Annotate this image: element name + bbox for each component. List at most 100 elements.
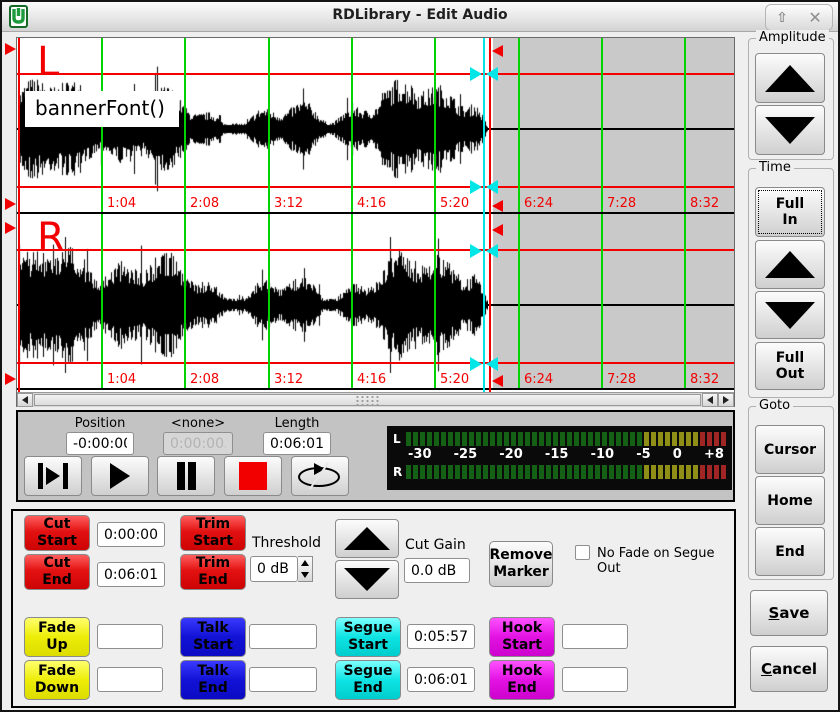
loop-button[interactable]	[291, 456, 349, 496]
stop-button[interactable]	[224, 456, 282, 496]
cut-start-marker-handle[interactable]	[5, 43, 16, 55]
scroll-right-button[interactable]	[718, 393, 734, 407]
cut-start-marker-handle[interactable]	[5, 222, 16, 234]
cut-end-marker-handle[interactable]	[492, 375, 503, 387]
talk-start-button[interactable]: Talk Start	[180, 617, 246, 657]
meter-segment	[679, 432, 684, 446]
zoom-full-in-button[interactable]: Full In	[755, 187, 825, 237]
zoom-out-button[interactable]	[755, 291, 825, 339]
cut-start-button[interactable]: Cut Start	[24, 515, 90, 551]
spin-up-button[interactable]	[298, 557, 312, 569]
shade-window-icon[interactable]: ⇧	[776, 11, 788, 25]
threshold-spinner[interactable]	[250, 556, 313, 582]
goto-home-button[interactable]: Home	[755, 476, 825, 525]
cut-end-marker-line[interactable]	[489, 38, 491, 392]
play-button[interactable]	[91, 456, 149, 496]
segue-marker-handle[interactable]	[486, 244, 498, 258]
meter-segment	[665, 432, 670, 446]
cut-end-marker-handle[interactable]	[492, 224, 503, 236]
spin-down-button[interactable]	[298, 569, 312, 581]
waveform-scrollbar[interactable]	[17, 392, 734, 407]
time-label: 6:24	[524, 196, 553, 211]
segue-marker-handle[interactable]	[486, 357, 498, 371]
talk-end-field[interactable]	[249, 667, 317, 692]
gain-up-button[interactable]	[335, 519, 399, 558]
titlebar[interactable]: RDLibrary - Edit Audio ⇧ ✕	[2, 2, 838, 32]
meter-segment	[476, 432, 481, 446]
scroll-left-button-2[interactable]	[702, 393, 718, 407]
hook-start-field[interactable]	[562, 624, 628, 649]
trim-start-button[interactable]: Trim Start	[180, 515, 246, 551]
cut-start-field[interactable]	[97, 522, 165, 547]
cut-start-marker-handle[interactable]	[5, 198, 16, 210]
waveform-display[interactable]: L bannerFont() 1:042:083:124:165:206:247…	[16, 37, 735, 407]
segue-marker-handle[interactable]	[486, 180, 498, 194]
cut-end-marker-handle[interactable]	[492, 200, 503, 212]
zoom-in-button[interactable]	[755, 240, 825, 289]
hook-start-button[interactable]: Hook Start	[489, 617, 555, 657]
save-button[interactable]: Save	[750, 590, 828, 636]
length-field[interactable]	[263, 432, 331, 455]
talk-start-field[interactable]	[249, 624, 317, 649]
meter-segment	[497, 465, 502, 479]
meter-segment	[420, 432, 425, 446]
meter-segment	[497, 432, 502, 446]
trim-end-button[interactable]: Trim End	[180, 554, 246, 590]
cut-start-marker-line[interactable]	[18, 38, 20, 392]
no-fade-checkbox[interactable]	[575, 545, 590, 560]
segue-end-button[interactable]: Segue End	[335, 660, 401, 700]
time-gridline	[601, 38, 603, 212]
position-field[interactable]	[66, 432, 134, 455]
talk-end-button[interactable]: Talk End	[180, 660, 246, 700]
segue-marker-handle[interactable]	[470, 180, 482, 194]
hook-end-field[interactable]	[562, 667, 628, 692]
up-arrow-icon	[301, 560, 309, 566]
meter-left-label: L	[393, 433, 406, 445]
segue-end-field[interactable]	[407, 667, 475, 692]
scrollbar-track[interactable]	[33, 393, 702, 407]
time-gridline	[601, 214, 603, 388]
segue-marker-handle[interactable]	[470, 67, 482, 81]
segue-start-marker-line[interactable]	[483, 38, 485, 392]
segue-marker-handle[interactable]	[470, 244, 482, 258]
meter-segment	[651, 465, 656, 479]
play-from-start-button[interactable]	[24, 456, 82, 496]
fade-up-button[interactable]: Fade Up	[24, 617, 90, 657]
cut-end-button[interactable]: Cut End	[24, 554, 90, 590]
zoom-full-out-button[interactable]: Full Out	[755, 342, 825, 390]
cut-end-field[interactable]	[97, 562, 165, 587]
meter-segment	[553, 432, 558, 446]
fade-up-field[interactable]	[97, 624, 163, 649]
meter-segment	[455, 465, 460, 479]
meter-segment	[707, 465, 712, 479]
fade-down-button[interactable]: Fade Down	[24, 660, 90, 700]
meter-segment	[714, 432, 719, 446]
cancel-button[interactable]: Cancel	[750, 646, 828, 692]
fade-down-field[interactable]	[97, 667, 163, 692]
goto-cursor-button[interactable]: Cursor	[755, 425, 825, 474]
cut-start-marker-handle[interactable]	[5, 373, 16, 385]
segue-marker-handle[interactable]	[486, 67, 498, 81]
gain-down-button[interactable]	[335, 560, 399, 599]
cut-gain-field[interactable]	[404, 558, 470, 583]
scroll-left-button[interactable]	[17, 393, 33, 407]
amplitude-down-button[interactable]	[755, 105, 825, 155]
cut-end-marker-handle[interactable]	[492, 45, 503, 57]
hook-end-button[interactable]: Hook End	[489, 660, 555, 700]
remove-marker-button[interactable]: Remove Marker	[489, 541, 553, 587]
meter-segment	[616, 465, 621, 479]
pause-button[interactable]	[157, 456, 215, 496]
waveform-channel-right[interactable]: R 1:042:083:124:165:206:247:288:32	[17, 214, 734, 390]
meter-segment	[658, 432, 663, 446]
amplitude-up-button[interactable]	[755, 53, 825, 103]
threshold-field[interactable]	[250, 556, 298, 582]
segue-marker-handle[interactable]	[470, 357, 482, 371]
segue-start-field[interactable]	[407, 624, 475, 649]
segue-start-button[interactable]: Segue Start	[335, 617, 401, 657]
goto-end-button[interactable]: End	[755, 527, 825, 576]
close-window-icon[interactable]: ✕	[808, 10, 821, 26]
scrollbar-handle[interactable]	[34, 394, 701, 406]
waveform-channel-left[interactable]: L bannerFont() 1:042:083:124:165:206:247…	[17, 38, 734, 214]
audio-meter: L -30-25-20-15-10-50+8 R	[387, 426, 732, 490]
meter-segment	[581, 432, 586, 446]
